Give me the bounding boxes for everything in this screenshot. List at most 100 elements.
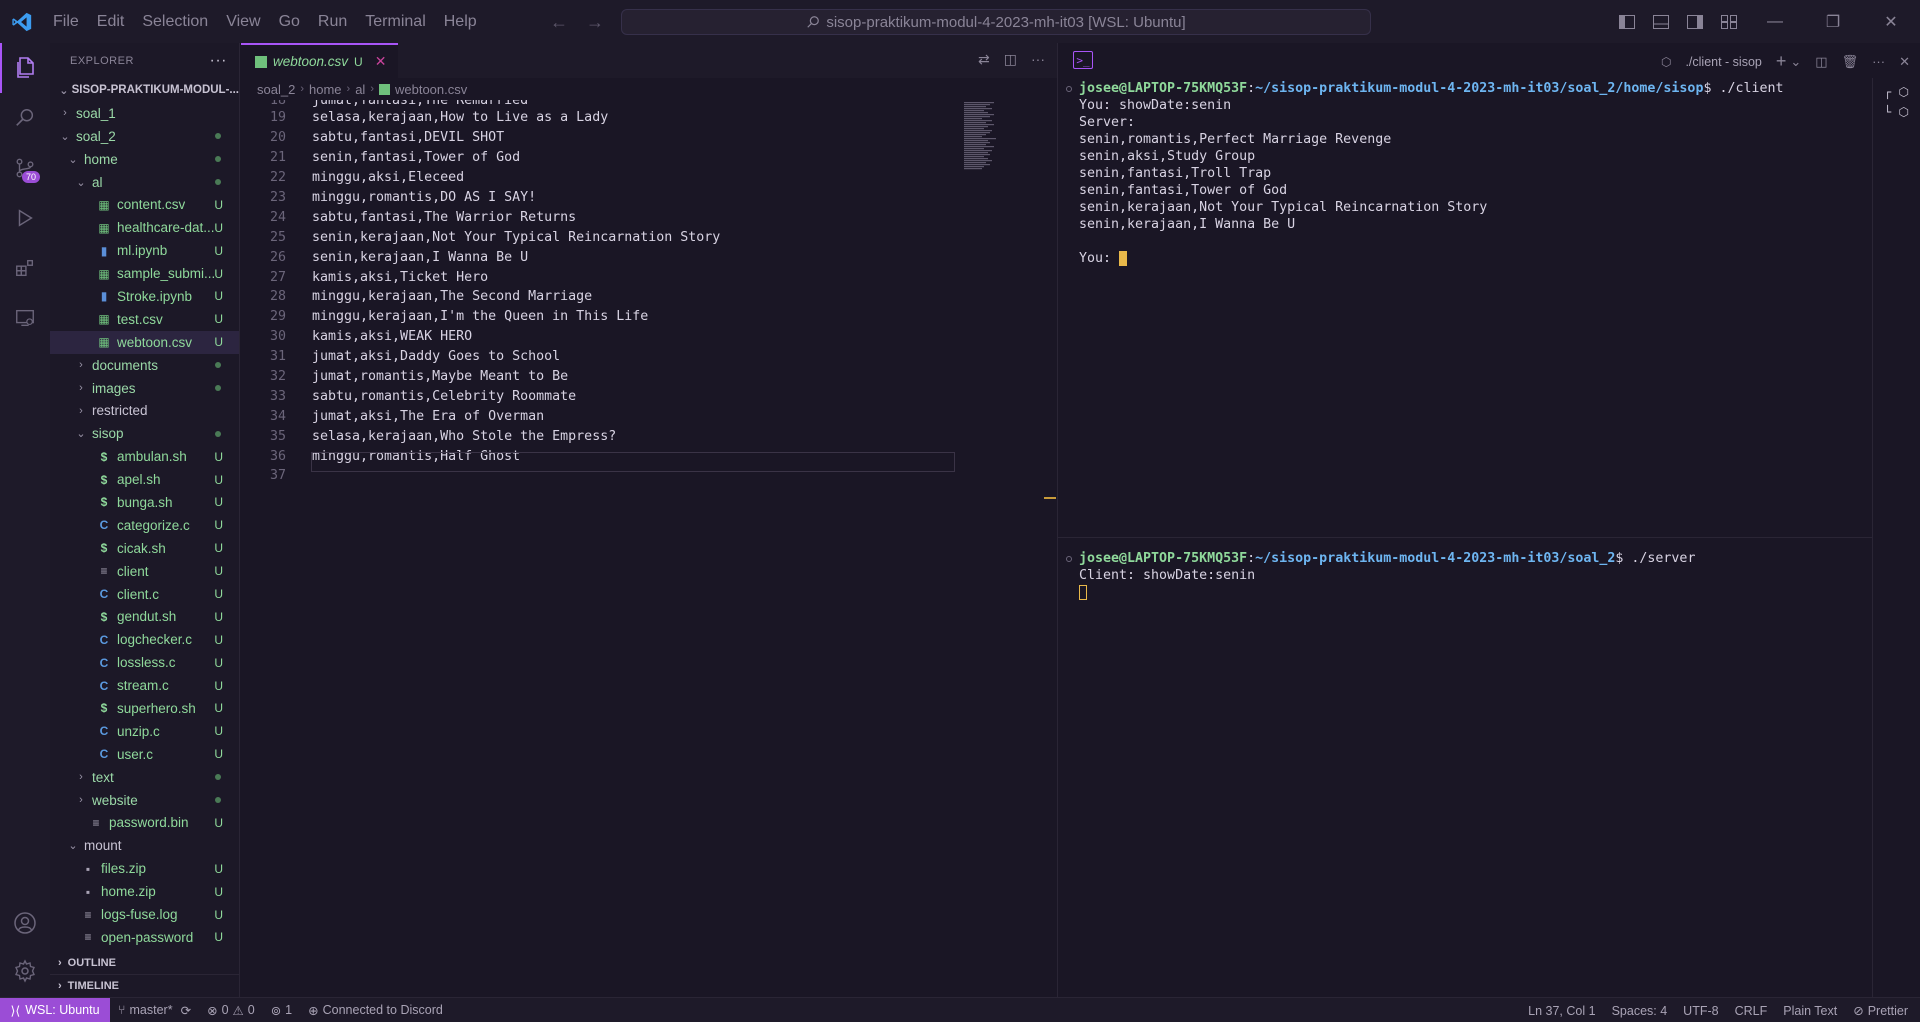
accounts-icon[interactable] xyxy=(0,898,50,948)
file-row[interactable]: ▮ Stroke.ipynb U xyxy=(50,285,239,308)
breadcrumb-item[interactable]: soal_2 xyxy=(257,82,295,97)
folder-row[interactable]: ⌄ home xyxy=(50,148,239,171)
close-tab-icon[interactable]: ✕ xyxy=(375,53,387,70)
branch-indicator[interactable]: ⑂ master* ⟳ xyxy=(110,1003,199,1018)
file-row[interactable]: $ bunga.sh U xyxy=(50,491,239,514)
file-row[interactable]: Cuser.c U xyxy=(50,743,239,766)
source-control-icon[interactable]: 70 xyxy=(0,143,50,193)
file-row[interactable]: ▮ ml.ipynb U xyxy=(50,239,239,262)
file-row[interactable]: Clossless.c U xyxy=(50,651,239,674)
terminal-tab-server[interactable]: └ ⬡ xyxy=(1873,102,1920,122)
timeline-section[interactable]: › TIMELINE xyxy=(50,974,240,996)
toggle-panel-icon[interactable] xyxy=(1644,0,1678,43)
cursor-position[interactable]: Ln 37, Col 1 xyxy=(1520,1004,1603,1018)
outline-section[interactable]: › OUTLINE xyxy=(50,952,240,974)
split-terminal-icon[interactable]: ◫ xyxy=(1815,54,1827,70)
file-row[interactable]: ≡ logs-fuse.log U xyxy=(50,903,239,926)
folder-row[interactable]: › restricted xyxy=(50,399,239,422)
file-row[interactable]: $ superhero.sh U xyxy=(50,697,239,720)
file-row[interactable]: $ gendut.sh U xyxy=(50,605,239,628)
remote-indicator[interactable]: ⟩⟨ WSL: Ubuntu xyxy=(0,997,110,1022)
tab-webtoon-csv[interactable]: webtoon.csv U ✕ xyxy=(241,43,399,78)
client-terminal[interactable]: josee@LAPTOP-75KMQ53F: ~/sisop-praktikum-… xyxy=(1058,80,1873,267)
language-mode[interactable]: Plain Text xyxy=(1775,1004,1845,1018)
forward-arrow-icon[interactable]: → xyxy=(586,12,604,33)
open-changes-icon[interactable]: ⇄ xyxy=(978,51,990,68)
panel-more-icon[interactable]: ··· xyxy=(1872,54,1885,69)
editor-more-icon[interactable]: ··· xyxy=(1031,51,1045,68)
menu-terminal[interactable]: Terminal xyxy=(356,0,434,43)
file-row[interactable]: ≡ open-password U xyxy=(50,926,239,949)
folder-row[interactable]: ⌄ soal_2 xyxy=(50,125,239,148)
breadcrumb-item[interactable]: al xyxy=(355,82,365,97)
workspace-root[interactable]: ⌄ SISOP-PRAKTIKUM-MODUL-... xyxy=(50,79,239,102)
remote-explorer-icon[interactable] xyxy=(0,293,50,343)
file-row[interactable]: ▦ sample_submi... U xyxy=(50,262,239,285)
file-row[interactable]: ≡ password.bin U xyxy=(50,812,239,835)
close-panel-icon[interactable]: ✕ xyxy=(1899,54,1910,70)
back-arrow-icon[interactable]: ← xyxy=(550,12,568,33)
file-row[interactable]: ▦ webtoon.csv U xyxy=(50,330,239,354)
minimize-icon[interactable]: — xyxy=(1746,0,1804,43)
file-row[interactable]: ▦ test.csv U xyxy=(50,308,239,331)
folder-row[interactable]: ⌄ sisop xyxy=(50,422,239,445)
file-row[interactable]: ▦ content.csv U xyxy=(50,193,239,216)
folder-row[interactable]: › images xyxy=(50,377,239,400)
run-debug-icon[interactable] xyxy=(0,193,50,243)
end-of-line[interactable]: CRLF xyxy=(1727,1004,1776,1018)
problems-indicator[interactable]: ⊗ 0 ⚠ 0 xyxy=(199,1003,263,1018)
file-row[interactable]: ▦ healthcare-dat... U xyxy=(50,216,239,239)
file-row[interactable]: Clogchecker.c U xyxy=(50,628,239,651)
customize-layout-icon[interactable] xyxy=(1712,0,1746,43)
settings-gear-icon[interactable] xyxy=(0,946,50,996)
kill-terminal-icon[interactable]: 🗑 xyxy=(1842,54,1859,70)
file-row[interactable]: $ cicak.sh U xyxy=(50,537,239,560)
file-row[interactable]: Cstream.c U xyxy=(50,674,239,697)
menu-help[interactable]: Help xyxy=(435,0,486,43)
file-row[interactable]: ≡ client U xyxy=(50,560,239,583)
toggle-secondary-sidebar-icon[interactable] xyxy=(1678,0,1712,43)
menu-edit[interactable]: Edit xyxy=(88,0,134,43)
new-terminal-icon[interactable]: + xyxy=(1776,51,1787,72)
file-row[interactable]: Ccategorize.c U xyxy=(50,514,239,537)
file-row[interactable]: ▪ home.zip U xyxy=(50,880,239,903)
terminal-tab-client[interactable]: ┌ ⬡ xyxy=(1873,82,1920,102)
menu-run[interactable]: Run xyxy=(309,0,356,43)
terminal-label[interactable]: ./client - sisop xyxy=(1685,55,1761,69)
menu-view[interactable]: View xyxy=(217,0,269,43)
menu-selection[interactable]: Selection xyxy=(133,0,217,43)
file-row[interactable]: ▪ files.zip U xyxy=(50,857,239,880)
chevron-down-icon[interactable]: ⌄ xyxy=(1790,54,1801,70)
file-row[interactable]: $ apel.sh U xyxy=(50,468,239,491)
restore-icon[interactable]: ❐ xyxy=(1804,0,1862,43)
folder-row[interactable]: › text xyxy=(50,766,239,789)
split-editor-icon[interactable]: ◫ xyxy=(1004,51,1017,68)
minimap[interactable] xyxy=(962,100,1042,180)
folder-row[interactable]: ⌄ al xyxy=(50,171,239,194)
explorer-icon[interactable] xyxy=(0,43,50,93)
discord-indicator[interactable]: ⊕ Connected to Discord xyxy=(300,1003,451,1018)
menu-go[interactable]: Go xyxy=(270,0,309,43)
folder-row[interactable]: ⌄ mount xyxy=(50,834,239,857)
code-view[interactable]: 18 jumat,fantasi,The Remarried 19 selasa,ke… xyxy=(241,100,957,486)
server-terminal[interactable]: josee@LAPTOP-75KMQ53F: ~/sisop-praktikum-… xyxy=(1058,550,1873,601)
breadcrumb-item[interactable]: webtoon.csv xyxy=(395,82,467,97)
search-activity-icon[interactable] xyxy=(0,93,50,143)
file-row[interactable]: Cunzip.c U xyxy=(50,720,239,743)
toggle-sidebar-icon[interactable] xyxy=(1610,0,1644,43)
encoding[interactable]: UTF-8 xyxy=(1675,1004,1726,1018)
folder-row[interactable]: › website xyxy=(50,789,239,812)
close-window-icon[interactable]: ✕ xyxy=(1862,0,1920,43)
prettier-indicator[interactable]: ⊘ Prettier xyxy=(1845,1003,1920,1019)
command-center[interactable]: sisop-praktikum-modul-4-2023-mh-it03 [WS… xyxy=(621,9,1371,35)
menu-file[interactable]: File xyxy=(44,0,88,43)
folder-row[interactable]: › soal_1 xyxy=(50,102,239,125)
folder-row[interactable]: › documents xyxy=(50,354,239,377)
more-actions-icon[interactable]: ··· xyxy=(210,52,227,70)
indentation[interactable]: Spaces: 4 xyxy=(1604,1004,1676,1018)
file-row[interactable]: $ ambulan.sh U xyxy=(50,445,239,468)
breadcrumb-item[interactable]: home xyxy=(309,82,342,97)
terminal-icon[interactable]: >_ xyxy=(1073,51,1093,69)
extensions-icon[interactable] xyxy=(0,243,50,293)
ports-indicator[interactable]: ⊚ 1 xyxy=(263,1003,300,1018)
